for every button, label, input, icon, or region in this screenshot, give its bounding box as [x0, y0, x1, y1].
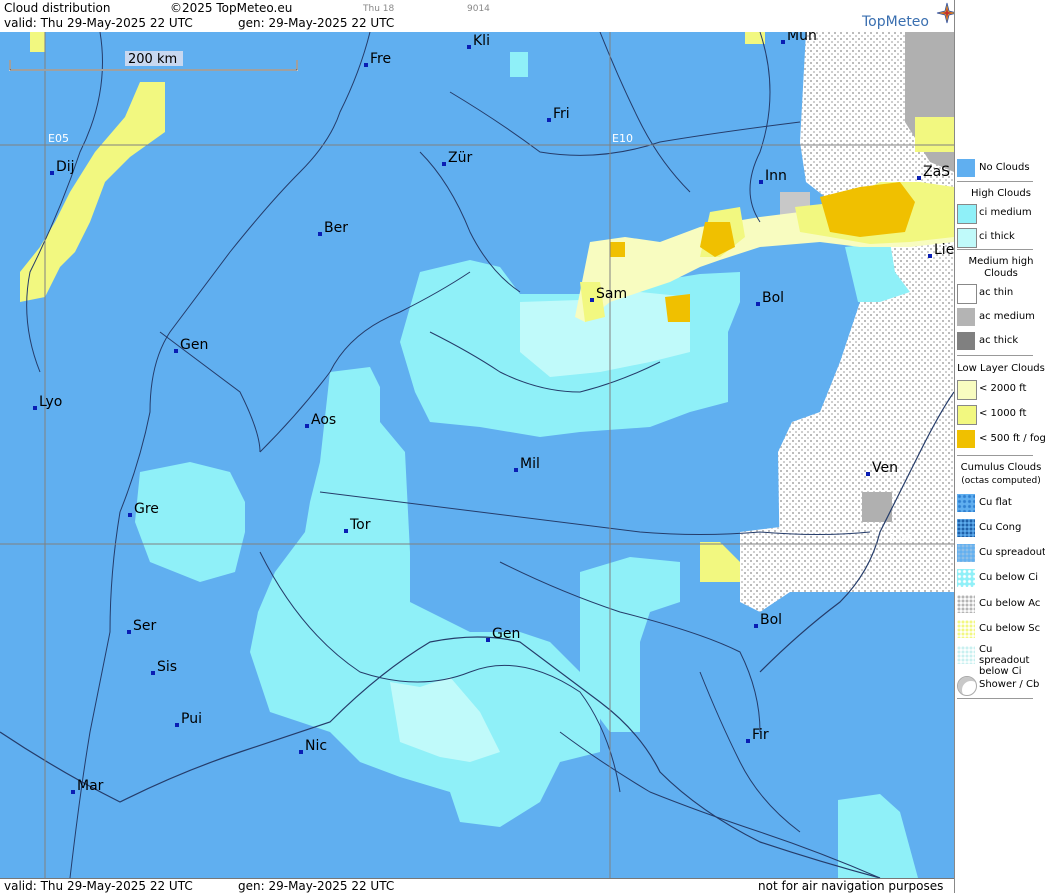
city-marker — [442, 162, 446, 166]
legend-cu-below-ac: Cu below Ac — [955, 593, 1045, 615]
city-marker — [128, 513, 132, 517]
city-marker — [754, 624, 758, 628]
city-label: ZaS — [923, 164, 950, 180]
copyright-text: ©2025 TopMeteo.eu — [170, 1, 293, 15]
map-header: Cloud distribution ©2025 TopMeteo.eu Thu… — [0, 0, 958, 33]
city-marker — [781, 40, 785, 44]
city-marker — [364, 63, 368, 67]
valid-time: valid: Thu 29-May-2025 22 UTC — [4, 16, 193, 30]
swatch-no-clouds — [957, 159, 975, 177]
city-label: Aos — [311, 412, 336, 428]
city-marker — [305, 424, 309, 428]
scale-label: 200 km — [128, 52, 177, 67]
grid-label-e05: E05 — [48, 132, 69, 145]
city-marker — [917, 176, 921, 180]
legend-cu-sub: (octas computed) — [961, 476, 1041, 486]
city-label: Inn — [765, 168, 787, 184]
city-label: Ser — [133, 618, 157, 634]
city-marker — [318, 232, 322, 236]
map-legend: No Clouds High Clouds ci medium ci thick… — [954, 0, 1045, 893]
legend-low-2000: < 2000 ft — [955, 378, 1045, 400]
city-marker — [71, 790, 75, 794]
legend-ci-thick: ci thick — [955, 226, 1045, 248]
city-label: Kli — [473, 33, 490, 49]
legend-cu-below-sc: Cu below Sc — [955, 618, 1045, 640]
grid-label-e10: E10 — [612, 132, 633, 145]
city-label: Lyo — [39, 394, 62, 410]
legend-cu-flat: Cu flat — [955, 492, 1045, 514]
city-label: Gre — [134, 501, 159, 517]
city-label: Gen — [180, 337, 208, 353]
legend-cu-cong: Cu Cong — [955, 517, 1045, 539]
legend-ac-medium: ac medium — [955, 306, 1045, 328]
city-label: Gen — [492, 626, 520, 642]
legend-low-title: Low Layer Clouds — [957, 363, 1045, 374]
city-label: Ven — [872, 460, 898, 476]
legend-ci-medium: ci medium — [955, 202, 1045, 224]
legend-low-1000: < 1000 ft — [955, 403, 1045, 425]
city-marker — [928, 254, 932, 258]
city-marker — [467, 45, 471, 49]
grid-label-n45: N45 — [890, 532, 912, 545]
city-marker — [175, 723, 179, 727]
city-marker — [50, 171, 54, 175]
city-marker — [151, 671, 155, 675]
city-label: Mil — [520, 456, 540, 472]
city-marker — [514, 468, 518, 472]
city-label: Fri — [553, 106, 570, 122]
generated-time: gen: 29-May-2025 22 UTC — [238, 16, 395, 30]
city-label: Pui — [181, 711, 202, 727]
legend-cu-below-ci: Cu below Ci — [955, 567, 1045, 589]
legend-medium-title: Medium high Clouds — [968, 256, 1034, 279]
header-small-right: 9014 — [467, 4, 490, 14]
city-marker — [547, 118, 551, 122]
city-label: Mar — [77, 778, 104, 794]
footer-gen: gen: 29-May-2025 22 UTC — [238, 879, 395, 893]
city-label: Ber — [324, 220, 348, 236]
map-footer: valid: Thu 29-May-2025 22 UTC gen: 29-Ma… — [0, 878, 954, 894]
city-marker — [866, 472, 870, 476]
city-label: Bol — [762, 290, 784, 306]
city-marker — [486, 638, 490, 642]
city-label: Fre — [370, 51, 391, 67]
city-label: Nic — [305, 738, 327, 754]
city-label: Mun — [787, 32, 817, 44]
city-marker — [174, 349, 178, 353]
legend-cu-spreadout-below-ci: Cu spreadout below Ci — [955, 644, 1045, 677]
legend-ac-thick: ac thick — [955, 330, 1045, 352]
city-marker — [299, 750, 303, 754]
city-label: Lie — [934, 242, 954, 258]
footer-note: not for air navigation purposes — [758, 879, 944, 893]
cloud-map[interactable]: E05 E10 N45 200 km Kli Mun Fre Fri Dij Zür Inn… — [0, 32, 954, 878]
legend-high-title: High Clouds — [971, 188, 1031, 199]
city-label: Fir — [752, 727, 769, 743]
city-label: Sis — [157, 659, 177, 675]
city-label: Tor — [349, 517, 371, 533]
legend-cu-spreadout: Cu spreadout — [955, 542, 1045, 564]
footer-valid: valid: Thu 29-May-2025 22 UTC — [4, 879, 193, 893]
city-marker — [344, 529, 348, 533]
city-marker — [746, 739, 750, 743]
header-small-left: Thu 18 — [363, 4, 395, 14]
city-marker — [33, 406, 37, 410]
city-label: Bol — [760, 612, 782, 628]
legend-low-500: < 500 ft / fog — [955, 428, 1045, 450]
legend-no-clouds: No Clouds — [955, 157, 1045, 179]
city-label: Dij — [56, 159, 75, 175]
city-marker — [127, 630, 131, 634]
legend-shower: Shower / Cb — [955, 674, 1045, 696]
map-title: Cloud distribution — [4, 1, 111, 15]
city-label: Zür — [448, 150, 472, 166]
city-label: Sam — [596, 286, 627, 302]
legend-cu-title: Cumulus Clouds — [960, 462, 1042, 473]
legend-ac-thin: ac thin — [955, 282, 1045, 304]
city-marker — [756, 302, 760, 306]
city-marker — [590, 298, 594, 302]
city-marker — [759, 180, 763, 184]
